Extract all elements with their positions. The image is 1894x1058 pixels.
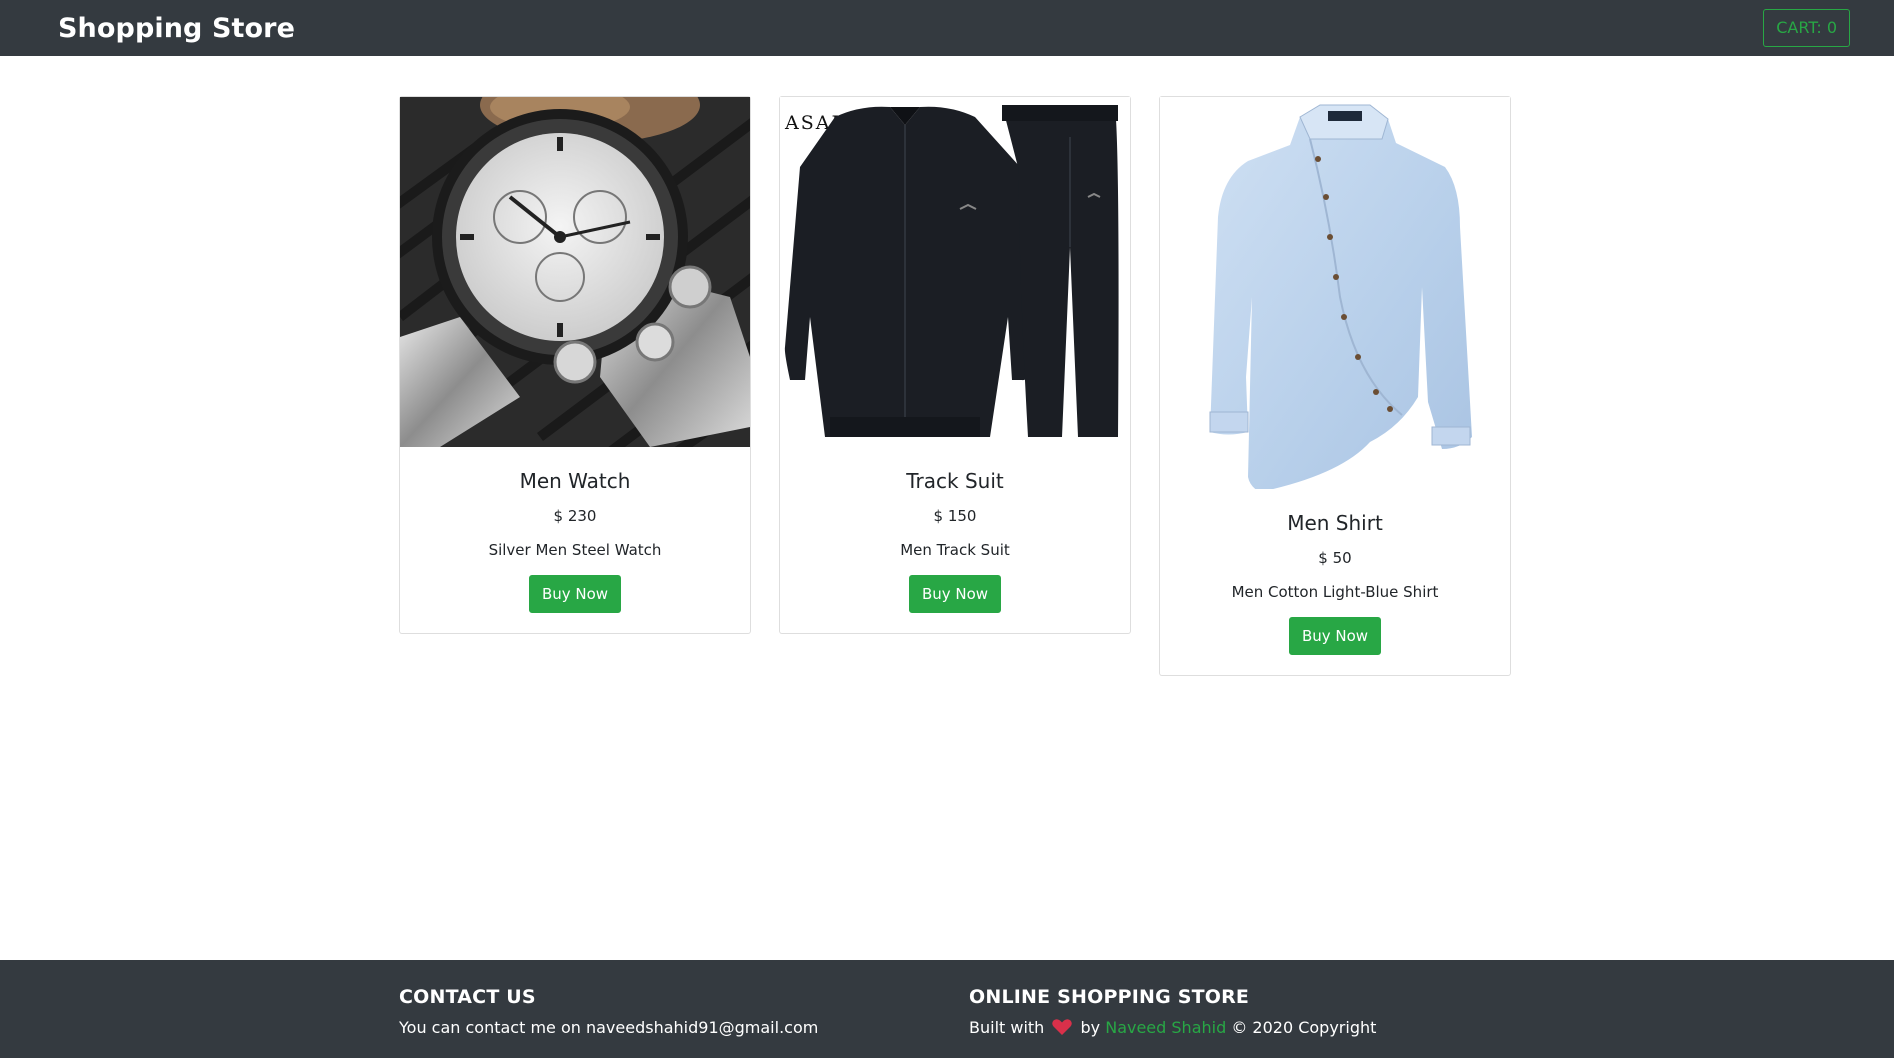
product-card-track-suit: ASALI Track Suit $ 150 Men Track Suit Bu…: [779, 96, 1131, 634]
buy-now-button[interactable]: Buy Now: [908, 575, 1002, 613]
product-price: $ 50: [1318, 549, 1352, 567]
buy-now-button[interactable]: Buy Now: [1288, 617, 1382, 655]
buy-now-button[interactable]: Buy Now: [528, 575, 622, 613]
by-text: by: [1080, 1018, 1101, 1037]
product-card-watch: Men Watch $ 230 Silver Men Steel Watch B…: [399, 96, 751, 634]
brand-title[interactable]: Shopping Store: [58, 13, 295, 44]
product-title: Men Watch: [519, 469, 631, 493]
product-image-track-suit: ASALI: [780, 97, 1130, 447]
product-title: Track Suit: [906, 469, 1004, 493]
footer-contact-section: CONTACT US You can contact me on naveeds…: [399, 986, 818, 1037]
product-title: Men Shirt: [1287, 511, 1383, 535]
product-grid: Men Watch $ 230 Silver Men Steel Watch B…: [399, 96, 1511, 676]
navbar: Shopping Store CART: 0: [0, 0, 1894, 56]
heart-icon: [1052, 1019, 1073, 1035]
product-description: Men Cotton Light-Blue Shirt: [1231, 583, 1439, 601]
product-card-shirt: Men Shirt $ 50 Men Cotton Light-Blue Shi…: [1159, 96, 1511, 676]
copyright-text: © 2020 Copyright: [1231, 1018, 1377, 1037]
product-description: Men Track Suit: [900, 541, 1010, 559]
footer-credits: Built with by Naveed Shahid © 2020 Copyr…: [969, 1018, 1376, 1037]
product-price: $ 230: [553, 507, 597, 525]
footer-store-section: ONLINE SHOPPING STORE Built with by Nave…: [969, 986, 1376, 1037]
product-image-shirt: [1160, 97, 1510, 489]
author-link[interactable]: Naveed Shahid: [1105, 1018, 1226, 1037]
product-image-watch: [400, 97, 750, 447]
built-with-text: Built with: [969, 1018, 1045, 1037]
cart-button[interactable]: CART: 0: [1763, 9, 1850, 47]
product-description: Silver Men Steel Watch: [488, 541, 662, 559]
footer: CONTACT US You can contact me on naveeds…: [0, 960, 1894, 1058]
footer-contact-text: You can contact me on naveedshahid91@gma…: [399, 1018, 819, 1037]
footer-contact-heading: CONTACT US: [399, 986, 536, 1008]
product-price: $ 150: [933, 507, 977, 525]
footer-store-heading: ONLINE SHOPPING STORE: [969, 986, 1250, 1008]
